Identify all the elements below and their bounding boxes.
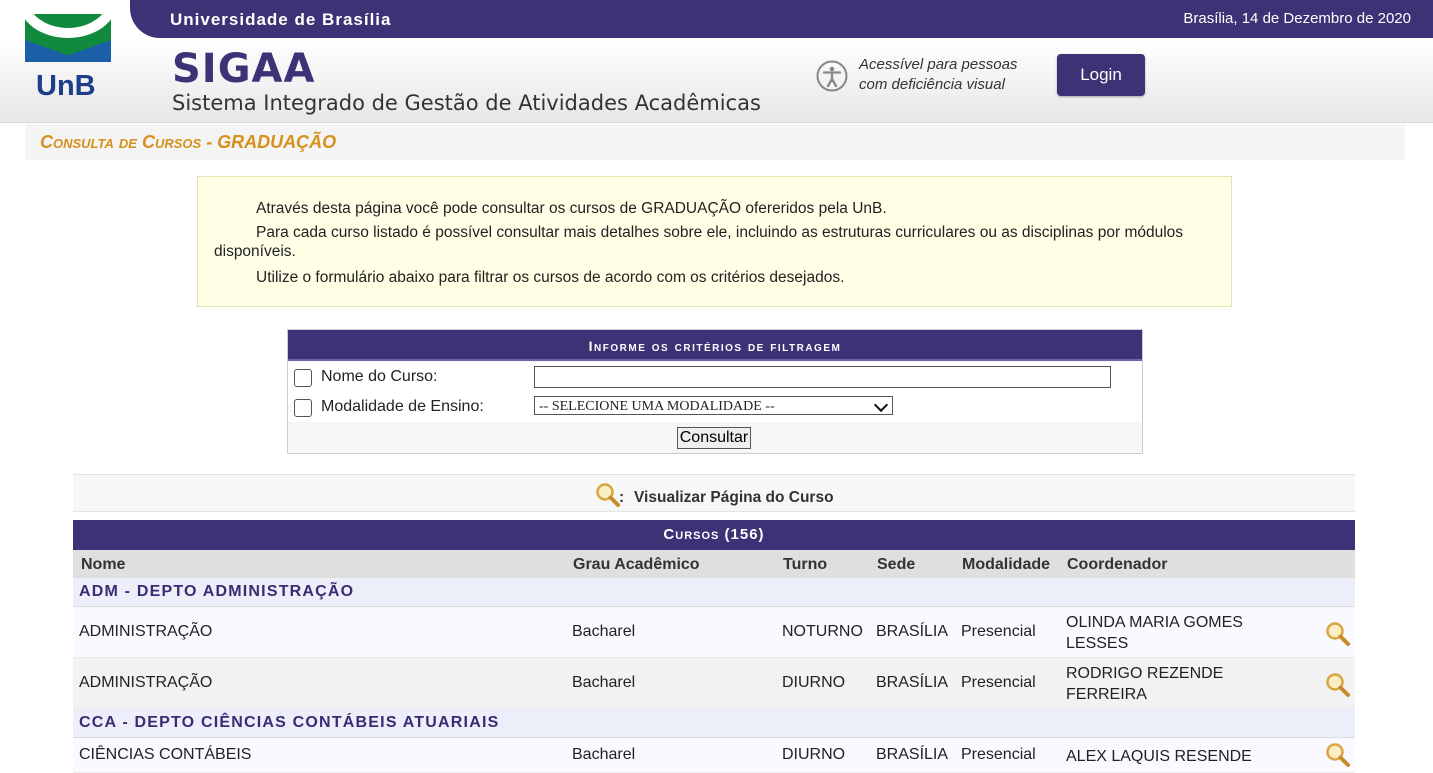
course-name: CIÊNCIAS CONTÁBEIS (79, 746, 252, 763)
column-header-turno: Turno (783, 556, 828, 573)
filter-row-course-name: Nome do Curso: (288, 362, 1142, 392)
column-header-modalidade: Modalidade (962, 556, 1051, 573)
courses-caption: Cursos (156) (73, 520, 1355, 550)
course-name-checkbox[interactable] (294, 369, 312, 387)
course-degree: Bacharel (572, 746, 636, 763)
accessibility-line1: Acessível para pessoas (859, 56, 1018, 73)
unb-logo-icon (25, 14, 111, 62)
current-date: Brasília, 14 de Dezembro de 2020 (1183, 10, 1411, 27)
modality-checkbox[interactable] (294, 399, 312, 417)
course-shift: NOTURNO (782, 623, 863, 640)
university-name: Universidade de Brasília (170, 10, 392, 29)
info-paragraph-1: Através desta página você pode consultar… (256, 200, 887, 217)
courses-table: Cursos (156) Nome Grau Acadêmico Turno S… (73, 520, 1355, 773)
unb-logo[interactable]: UnB (22, 14, 114, 110)
courses-header-row: Nome Grau Acadêmico Turno Sede Modalidad… (73, 550, 1355, 578)
view-course-magnifier-icon[interactable] (1325, 672, 1351, 698)
course-name-label: Nome do Curso: (321, 368, 438, 385)
column-header-grau: Grau Acadêmico (573, 556, 700, 573)
column-header-coordenador: Coordenador (1067, 556, 1168, 573)
accessibility-link[interactable]: Acessível para pessoas com deficiência v… (859, 55, 1049, 95)
course-shift: DIURNO (782, 674, 846, 691)
accessibility-line2: com deficiência visual (859, 76, 1005, 93)
filter-form: Informe os critérios de filtragem Nome d… (287, 329, 1143, 454)
info-paragraph-2: Para cada curso listado é possível consu… (214, 224, 1184, 260)
top-bar: Universidade de Brasília Brasília, 14 de… (0, 0, 1433, 38)
system-full-name: Sistema Integrado de Gestão de Atividade… (172, 91, 761, 115)
course-name-input[interactable] (534, 366, 1111, 388)
legend: : Visualizar Página do Curso (73, 474, 1355, 512)
page-title-bar: Consulta de Cursos - GRADUAÇÃO (25, 124, 1405, 160)
course-modality: Presencial (961, 623, 1036, 640)
course-campus: BRASÍLIA (876, 746, 949, 763)
table-row: ADMINISTRAÇÃO Bacharel NOTURNO BRASÍLIA … (73, 607, 1355, 658)
group-name: CCA - DEPTO CIÊNCIAS CONTÁBEIS ATUARIAIS (79, 714, 500, 731)
consultar-button[interactable]: Consultar (677, 427, 751, 449)
course-campus: BRASÍLIA (876, 623, 949, 640)
course-name: ADMINISTRAÇÃO (79, 674, 213, 691)
info-paragraph-3: Utilize o formulário abaixo para filtrar… (256, 269, 845, 286)
page-title: Consulta de Cursos - GRADUAÇÃO (40, 132, 337, 152)
legend-colon: : (619, 489, 625, 506)
course-coordinator: OLINDA MARIA GOMES LESSES (1066, 614, 1243, 652)
chevron-down-icon (873, 397, 889, 413)
course-degree: Bacharel (572, 674, 636, 691)
course-campus: BRASÍLIA (876, 674, 949, 691)
course-coordinator: RODRIGO REZENDE FERREIRA (1066, 665, 1224, 703)
info-box: Através desta página você pode consultar… (197, 176, 1232, 307)
column-header-nome: Nome (81, 556, 126, 573)
modality-label: Modalidade de Ensino: (321, 398, 484, 415)
accessibility-icon[interactable] (816, 60, 848, 92)
group-name: ADM - DEPTO ADMINISTRAÇÃO (79, 583, 355, 600)
magnifier-icon (596, 483, 620, 507)
table-row: ADMINISTRAÇÃO Bacharel DIURNO BRASÍLIA P… (73, 658, 1355, 709)
column-header-sede: Sede (877, 556, 916, 573)
group-header: ADM - DEPTO ADMINISTRAÇÃO (73, 578, 1355, 607)
filter-caption: Informe os critérios de filtragem (288, 330, 1142, 361)
course-shift: DIURNO (782, 746, 846, 763)
view-course-magnifier-icon[interactable] (1325, 621, 1351, 647)
table-row: CIÊNCIAS CONTÁBEIS Bacharel DIURNO BRASÍ… (73, 738, 1355, 773)
group-header: CCA - DEPTO CIÊNCIAS CONTÁBEIS ATUARIAIS (73, 709, 1355, 738)
modality-selected-value: -- SELECIONE UMA MODALIDADE -- (539, 399, 775, 414)
filter-row-modality: Modalidade de Ensino: -- SELECIONE UMA M… (288, 392, 1142, 422)
view-course-magnifier-icon[interactable] (1325, 742, 1351, 768)
course-degree: Bacharel (572, 623, 636, 640)
modality-select[interactable]: -- SELECIONE UMA MODALIDADE -- (534, 396, 893, 415)
unb-logo-text: UnB (36, 70, 96, 102)
course-name: ADMINISTRAÇÃO (79, 623, 213, 640)
legend-label: Visualizar Página do Curso (634, 489, 834, 506)
course-modality: Presencial (961, 746, 1036, 763)
course-coordinator: ALEX LAQUIS RESENDE (1066, 748, 1252, 765)
login-button[interactable]: Login (1057, 54, 1145, 96)
course-modality: Presencial (961, 674, 1036, 691)
system-name: SIGAA (172, 46, 316, 92)
